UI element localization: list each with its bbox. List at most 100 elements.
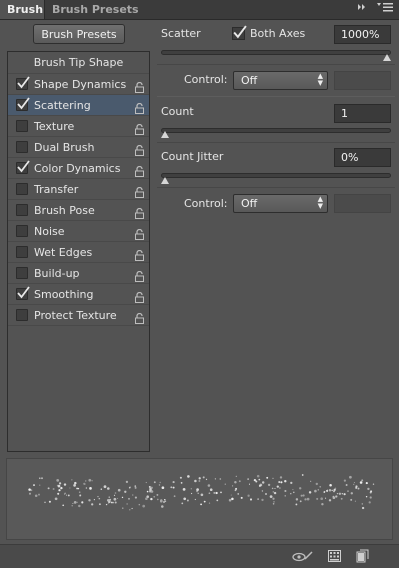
count-jitter-control-extra-field bbox=[334, 194, 391, 213]
preview-dot bbox=[347, 490, 349, 492]
count-jitter-value-field[interactable]: 0% bbox=[334, 148, 391, 167]
preview-dot bbox=[200, 493, 204, 497]
option-smoothing[interactable]: Smoothing bbox=[8, 284, 149, 305]
preview-dot bbox=[74, 481, 77, 485]
preview-dot bbox=[200, 503, 203, 506]
scatter-value-field[interactable]: 1000% bbox=[334, 25, 391, 44]
protect-texture-checkbox[interactable] bbox=[16, 309, 28, 321]
option-label: Smoothing bbox=[34, 288, 94, 301]
scatter-slider-track[interactable] bbox=[161, 50, 391, 55]
transfer-checkbox[interactable] bbox=[16, 183, 28, 195]
both-axes-checkbox[interactable] bbox=[232, 25, 247, 40]
preview-dot bbox=[276, 485, 279, 488]
preview-dot bbox=[274, 487, 276, 490]
option-noise[interactable]: Noise bbox=[8, 221, 149, 242]
wet-edges-checkbox[interactable] bbox=[16, 246, 28, 258]
preview-dot bbox=[198, 480, 201, 482]
preview-dot bbox=[354, 500, 356, 502]
option-brush-pose[interactable]: Brush Pose bbox=[8, 200, 149, 221]
preview-dot bbox=[41, 477, 43, 480]
lock-icon[interactable] bbox=[135, 310, 144, 331]
option-scattering[interactable]: Scattering bbox=[8, 95, 149, 116]
collapse-panel-icon[interactable] bbox=[357, 2, 367, 15]
toggle-live-tip-preview-icon[interactable] bbox=[292, 550, 314, 565]
option-dual-brush[interactable]: Dual Brush bbox=[8, 137, 149, 158]
preview-dot bbox=[319, 485, 322, 488]
tab-brush-presets[interactable]: Brush Presets bbox=[45, 0, 146, 19]
preview-dot bbox=[78, 491, 81, 493]
build-up-checkbox[interactable] bbox=[16, 267, 28, 279]
option-wet-edges[interactable]: Wet Edges bbox=[8, 242, 149, 263]
brush-pose-checkbox[interactable] bbox=[16, 204, 28, 216]
preview-dot bbox=[301, 474, 304, 476]
preview-dot bbox=[145, 497, 148, 500]
preview-dot bbox=[280, 481, 283, 484]
count-value-field[interactable]: 1 bbox=[334, 104, 391, 123]
preview-dot bbox=[58, 482, 62, 485]
preview-dot bbox=[335, 495, 338, 498]
smoothing-checkbox[interactable] bbox=[16, 286, 30, 300]
preview-dot bbox=[368, 501, 371, 504]
scatter-control-value: Off bbox=[241, 74, 258, 87]
preview-dot bbox=[81, 501, 84, 504]
preview-dot bbox=[247, 494, 250, 497]
preview-dot bbox=[314, 489, 317, 493]
option-texture[interactable]: Texture bbox=[8, 116, 149, 137]
preview-dot bbox=[76, 487, 78, 490]
option-build-up[interactable]: Build-up bbox=[8, 263, 149, 284]
option-protect-texture[interactable]: Protect Texture bbox=[8, 305, 149, 326]
texture-checkbox[interactable] bbox=[16, 120, 28, 132]
preview-dot bbox=[97, 496, 99, 498]
preview-dot bbox=[125, 480, 129, 484]
scatter-slider-thumb[interactable] bbox=[383, 54, 391, 61]
panel-bottom-bar bbox=[0, 544, 399, 568]
preview-dot bbox=[39, 484, 41, 486]
preview-dot bbox=[128, 497, 130, 500]
preview-dot bbox=[325, 497, 327, 499]
noise-checkbox[interactable] bbox=[16, 225, 28, 237]
preview-dot bbox=[369, 496, 372, 499]
preview-dot bbox=[341, 492, 344, 495]
count-jitter-label: Count Jitter bbox=[161, 150, 224, 163]
shape-dynamics-checkbox[interactable] bbox=[16, 76, 30, 90]
preview-dot bbox=[220, 491, 222, 494]
scatter-control-select[interactable]: Off ▲ ▼ bbox=[233, 71, 328, 90]
option-shape-dynamics[interactable]: Shape Dynamics bbox=[8, 74, 149, 95]
option-label: Transfer bbox=[34, 183, 79, 196]
count-slider-thumb[interactable] bbox=[161, 131, 169, 138]
option-color-dynamics[interactable]: Color Dynamics bbox=[8, 158, 149, 179]
option-label: Shape Dynamics bbox=[34, 78, 127, 91]
color-dynamics-checkbox[interactable] bbox=[16, 160, 30, 174]
tab-brush[interactable]: Brush bbox=[0, 0, 45, 19]
preview-dot bbox=[145, 481, 147, 484]
preview-dot bbox=[257, 498, 259, 500]
count-jitter-slider-thumb[interactable] bbox=[161, 177, 169, 184]
preview-dot bbox=[273, 491, 277, 495]
scatter-label: Scatter bbox=[161, 27, 201, 40]
preview-dot bbox=[304, 498, 307, 501]
count-slider-track[interactable] bbox=[161, 128, 391, 133]
preview-dot bbox=[208, 492, 211, 495]
panel-menu-icon[interactable] bbox=[377, 2, 393, 15]
scattering-checkbox[interactable] bbox=[16, 97, 30, 111]
preview-dot bbox=[105, 503, 108, 506]
count-jitter-slider-track[interactable] bbox=[161, 173, 391, 178]
preview-dot bbox=[345, 484, 348, 486]
preview-dot bbox=[88, 499, 91, 502]
preview-dot bbox=[327, 489, 329, 491]
preview-dot bbox=[47, 487, 50, 490]
preview-dot bbox=[126, 503, 128, 505]
brush-presets-button[interactable]: Brush Presets bbox=[33, 24, 125, 44]
open-preset-manager-icon[interactable] bbox=[328, 550, 341, 565]
preview-dot bbox=[132, 494, 134, 496]
count-jitter-control-select[interactable]: Off ▲ ▼ bbox=[233, 194, 328, 213]
preview-dot bbox=[73, 484, 76, 487]
dual-brush-checkbox[interactable] bbox=[16, 141, 28, 153]
option-brush-tip-shape[interactable]: Brush Tip Shape bbox=[8, 52, 149, 74]
option-transfer[interactable]: Transfer bbox=[8, 179, 149, 200]
preview-dot bbox=[272, 497, 275, 500]
preview-dot bbox=[85, 480, 87, 482]
create-new-brush-icon[interactable] bbox=[356, 549, 369, 566]
preview-dot bbox=[164, 500, 167, 503]
preview-dot bbox=[60, 486, 63, 490]
